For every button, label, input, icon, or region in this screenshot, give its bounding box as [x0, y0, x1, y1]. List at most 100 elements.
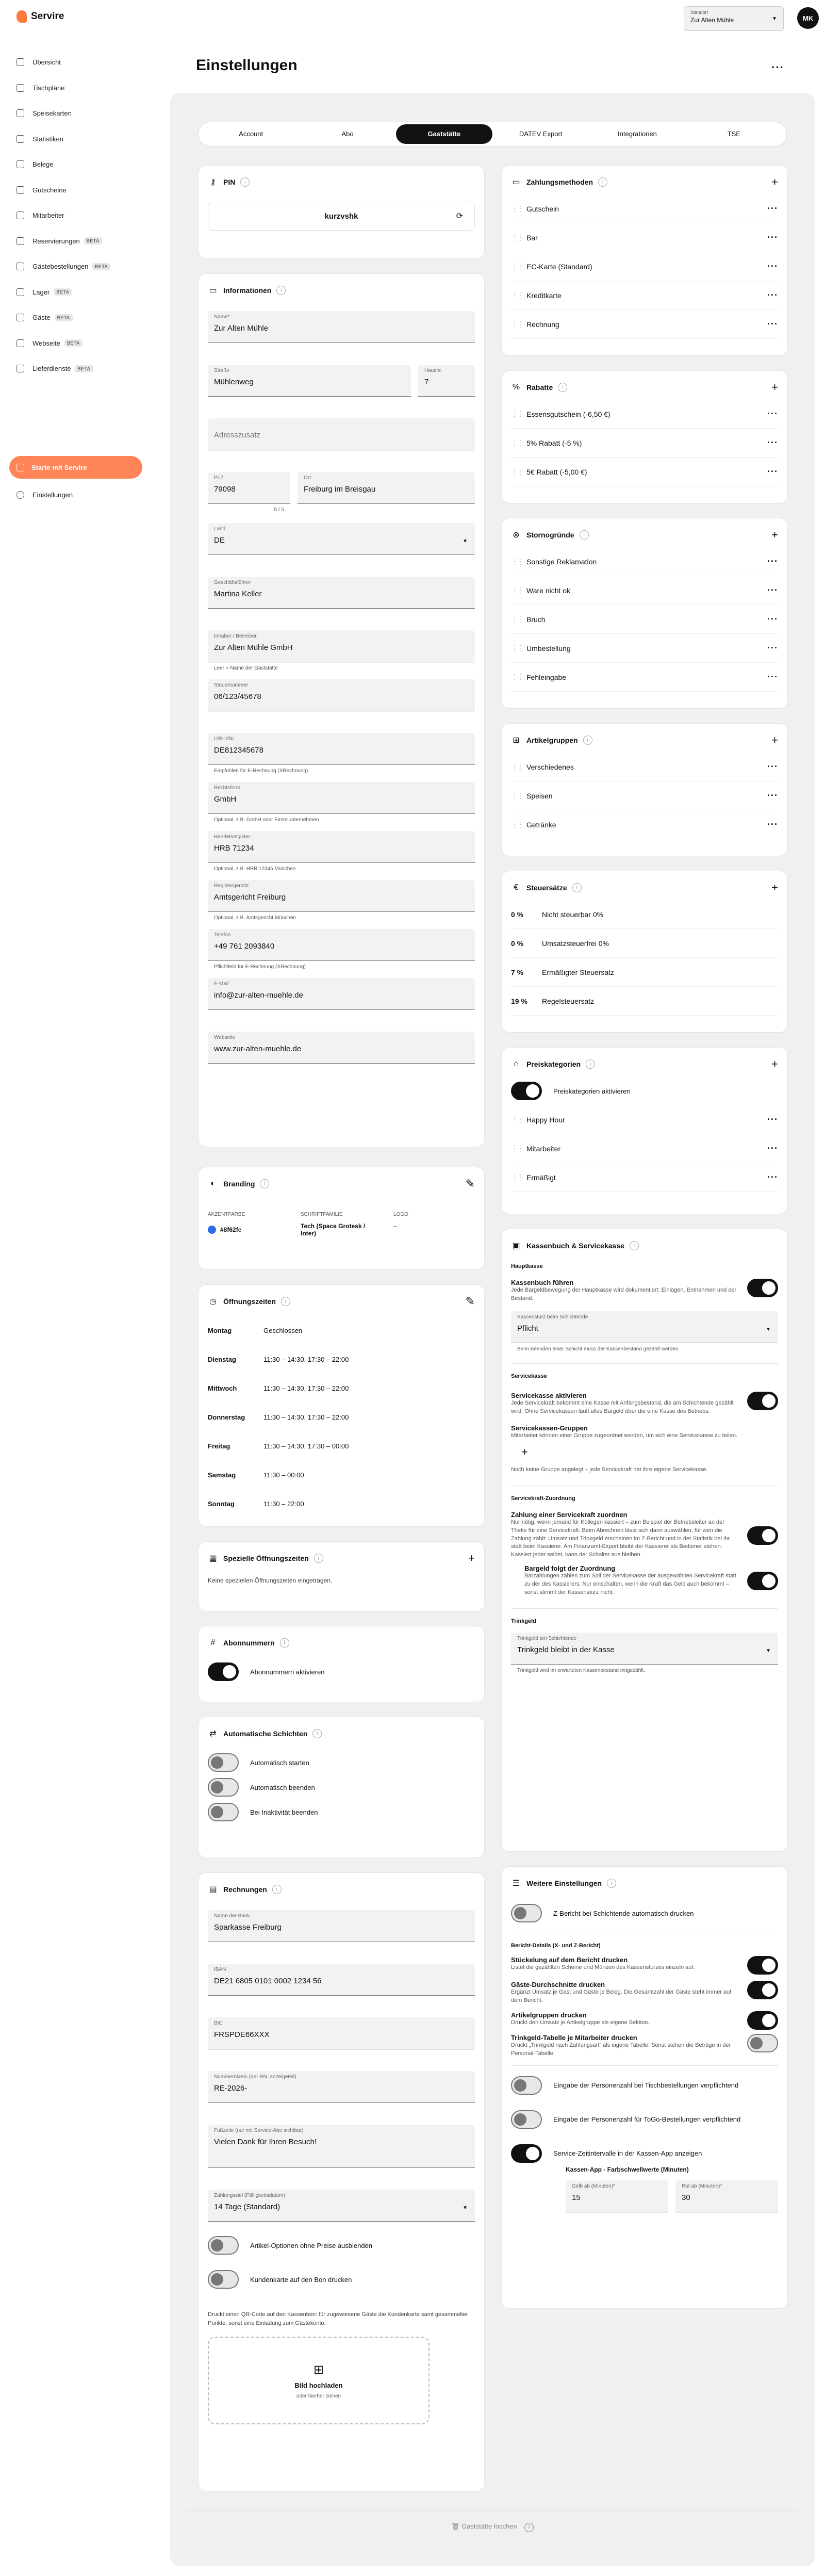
- sidebar-item[interactable]: Speisekarten: [10, 101, 144, 126]
- list-item[interactable]: ⋮⋮ Verschiedenes ···: [511, 753, 778, 781]
- list-item[interactable]: ⋮⋮ Ware nicht ok ···: [511, 576, 778, 605]
- add-icon[interactable]: +: [771, 733, 778, 747]
- drag-handle-icon[interactable]: ⋮⋮: [511, 791, 524, 800]
- drag-handle-icon[interactable]: ⋮⋮: [511, 204, 524, 213]
- add-icon[interactable]: +: [771, 381, 778, 394]
- sidebar-item[interactable]: Übersicht: [10, 50, 144, 75]
- add-icon[interactable]: +: [468, 1552, 475, 1565]
- tax-row[interactable]: 7 % Ermäßigter Steuersatz: [511, 958, 778, 987]
- info-icon[interactable]: i: [579, 530, 589, 540]
- more-icon[interactable]: ···: [767, 790, 778, 801]
- info-icon[interactable]: i: [260, 1179, 270, 1188]
- assign-payment-toggle[interactable]: [747, 1526, 778, 1545]
- red-threshold-field[interactable]: Rot ab (Minuten)* 30: [675, 2180, 778, 2212]
- list-item[interactable]: ⋮⋮ Fehleingabe ···: [511, 663, 778, 692]
- add-icon[interactable]: +: [771, 175, 778, 189]
- invoice-footer-field[interactable]: Fußzeile (nur mit Service-Abo sichtbar) V…: [208, 2125, 475, 2168]
- sidebar-item[interactable]: Gutscheine: [10, 177, 144, 203]
- list-item[interactable]: ⋮⋮ Bar ···: [511, 223, 778, 252]
- drag-handle-icon[interactable]: ⋮⋮: [511, 762, 524, 771]
- tax-row[interactable]: 19 % Regelsteuersatz: [511, 987, 778, 1016]
- sidebar-item[interactable]: Lager BETA: [10, 280, 144, 305]
- more-icon[interactable]: ···: [767, 1172, 778, 1183]
- tax-row[interactable]: 0 % Umsatzsteuerfrei 0%: [511, 929, 778, 958]
- sidebar-item[interactable]: Webseite BETA: [10, 331, 144, 356]
- sidebar-item[interactable]: Statistiken: [10, 126, 144, 152]
- drag-handle-icon[interactable]: ⋮⋮: [511, 557, 524, 566]
- info-icon[interactable]: i: [598, 177, 608, 187]
- sidebar-item[interactable]: Mitarbeiter: [10, 203, 144, 229]
- more-icon[interactable]: ···: [767, 203, 778, 214]
- more-icon[interactable]: ···: [767, 819, 778, 830]
- tip-table-toggle[interactable]: [747, 2033, 778, 2052]
- add-group-icon[interactable]: +: [521, 1445, 778, 1459]
- cashbook-toggle[interactable]: [747, 1279, 778, 1297]
- more-icon[interactable]: ···: [767, 556, 778, 567]
- country-select[interactable]: Land DE ▼: [208, 523, 475, 555]
- email-field[interactable]: E-Mail info@zur-alten-muehle.de: [208, 978, 475, 1010]
- more-icon[interactable]: ···: [767, 761, 778, 772]
- name-field[interactable]: Name* Zur Alten Mühle: [208, 311, 475, 343]
- start-button[interactable]: Starte mit Servire: [9, 456, 142, 479]
- list-item[interactable]: ⋮⋮ Gutschein ···: [511, 194, 778, 223]
- auto-end-toggle[interactable]: [208, 1778, 239, 1797]
- service-intervals-toggle[interactable]: [511, 2144, 542, 2163]
- drag-handle-icon[interactable]: ⋮⋮: [511, 1173, 524, 1182]
- image-upload-dropzone[interactable]: ⊞ Bild hochladen oder hierher ziehen: [208, 2337, 430, 2424]
- info-icon[interactable]: i: [583, 736, 592, 745]
- item-groups-toggle[interactable]: [747, 2011, 778, 2030]
- more-icon[interactable]: ···: [771, 61, 784, 74]
- drag-handle-icon[interactable]: ⋮⋮: [511, 467, 524, 476]
- list-item[interactable]: ⋮⋮ EC-Karte (Standard) ···: [511, 252, 778, 281]
- list-item[interactable]: ⋮⋮ Bruch ···: [511, 605, 778, 634]
- list-item[interactable]: ⋮⋮ Rechnung ···: [511, 310, 778, 339]
- refresh-icon[interactable]: ⟳: [456, 211, 463, 221]
- more-icon[interactable]: ···: [767, 437, 778, 448]
- more-icon[interactable]: ···: [767, 643, 778, 654]
- yellow-threshold-field[interactable]: Gelb ab (Minuten)* 15: [566, 2180, 668, 2212]
- print-customer-card-toggle[interactable]: [208, 2270, 239, 2289]
- tab[interactable]: Account: [203, 124, 299, 144]
- avatar[interactable]: MK: [797, 7, 819, 29]
- info-icon[interactable]: i: [607, 1879, 616, 1888]
- add-icon[interactable]: +: [771, 528, 778, 542]
- drag-handle-icon[interactable]: ⋮⋮: [511, 586, 524, 595]
- street-field[interactable]: Straße Mühlenweg: [208, 365, 411, 397]
- drag-handle-icon[interactable]: ⋮⋮: [511, 262, 524, 271]
- legal-form-field[interactable]: Rechtsform GmbH: [208, 782, 475, 814]
- info-icon[interactable]: i: [280, 1297, 290, 1306]
- list-item[interactable]: ⋮⋮ Kreditkarte ···: [511, 281, 778, 310]
- edit-icon[interactable]: ✎: [466, 1177, 475, 1191]
- info-icon[interactable]: i: [279, 1638, 289, 1648]
- sidebar-item[interactable]: Belege: [10, 152, 144, 177]
- more-icon[interactable]: ···: [767, 672, 778, 682]
- sidebar-item[interactable]: Lieferdienste BETA: [10, 356, 144, 382]
- add-icon[interactable]: +: [771, 881, 778, 894]
- drag-handle-icon[interactable]: ⋮⋮: [511, 673, 524, 681]
- iban-field[interactable]: IBAN DE21 6805 0101 0002 1234 56: [208, 1964, 475, 1996]
- website-field[interactable]: Webseite www.zur-alten-muehle.de: [208, 1032, 475, 1064]
- tip-select[interactable]: Trinkgeld am Schichtende Trinkgeld bleibt…: [511, 1633, 778, 1665]
- vat-id-field[interactable]: USt-IdNr. DE812345678: [208, 733, 475, 765]
- register-field[interactable]: Handelsregister HRB 71234: [208, 831, 475, 863]
- info-icon[interactable]: i: [572, 883, 582, 892]
- list-item[interactable]: ⋮⋮ 5% Rabatt (-5 %) ···: [511, 429, 778, 458]
- inactivity-toggle[interactable]: [208, 1803, 239, 1821]
- court-field[interactable]: Registergericht Amtsgericht Freiburg: [208, 880, 475, 912]
- tab[interactable]: Abo: [299, 124, 395, 144]
- tax-row[interactable]: 0 % Nicht steuerbar 0%: [511, 900, 778, 929]
- info-icon[interactable]: i: [276, 286, 286, 295]
- drag-handle-icon[interactable]: ⋮⋮: [511, 438, 524, 447]
- drag-handle-icon[interactable]: ⋮⋮: [511, 410, 524, 418]
- drag-handle-icon[interactable]: ⋮⋮: [511, 820, 524, 829]
- edit-icon[interactable]: ✎: [466, 1295, 475, 1308]
- tab[interactable]: Integrationen: [589, 124, 685, 144]
- info-icon[interactable]: i: [558, 383, 568, 392]
- drag-handle-icon[interactable]: ⋮⋮: [511, 615, 524, 624]
- add-icon[interactable]: +: [771, 1057, 778, 1071]
- more-icon[interactable]: ···: [767, 319, 778, 330]
- app-logo[interactable]: Servire: [16, 10, 64, 23]
- more-icon[interactable]: ···: [767, 1114, 778, 1125]
- tax-number-field[interactable]: Steuernummer 06/123/45678: [208, 679, 475, 711]
- guest-count-table-toggle[interactable]: [511, 2076, 542, 2095]
